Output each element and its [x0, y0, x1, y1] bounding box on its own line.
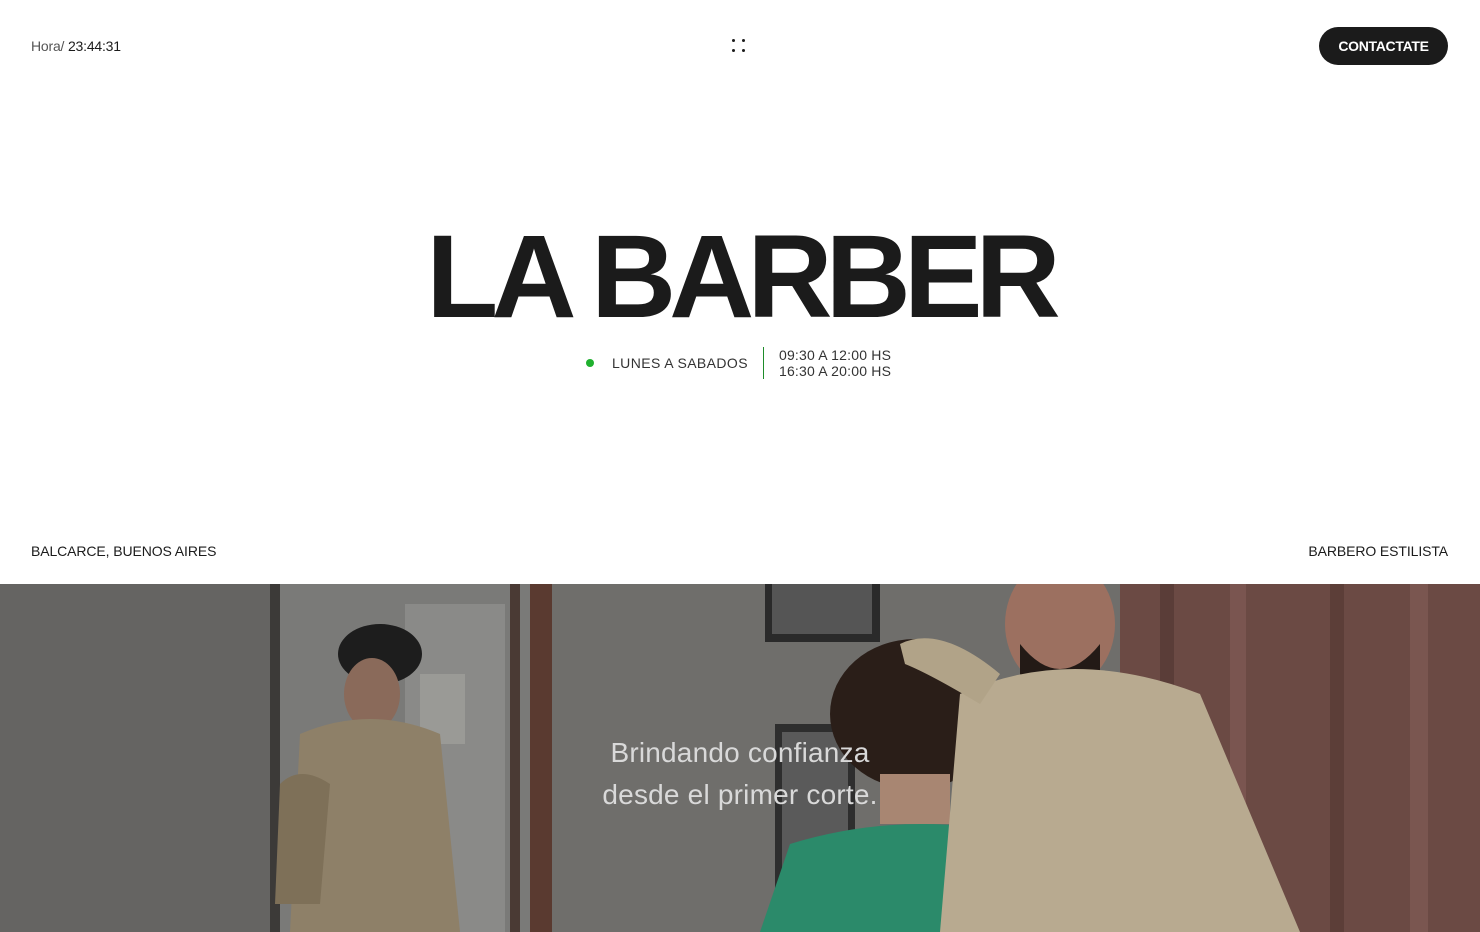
open-status-dot [586, 359, 594, 367]
hours-divider [762, 347, 764, 379]
location-label: BALCARCE, BUENOS AIRES [31, 543, 217, 559]
hours-afternoon: 16:30 A 20:00 HS [778, 363, 892, 379]
clock-label: Hora/ [31, 38, 65, 54]
opening-times: 09:30 A 12:00 HS 16:30 A 20:00 HS [779, 347, 891, 379]
opening-hours: LUNES A SABADOS 09:30 A 12:00 HS 16:30 A… [586, 346, 891, 380]
clock-time: 23:44:31 [67, 38, 121, 54]
clock: Hora/ 23:44:31 [31, 38, 121, 54]
hours-morning: 09:30 A 12:00 HS [778, 347, 892, 363]
grid-dots-icon[interactable] [729, 36, 749, 56]
opening-days: LUNES A SABADOS [612, 355, 748, 371]
role-label: BARBERO ESTILISTA [1308, 543, 1448, 559]
contact-button[interactable]: CONTACTATE [1319, 27, 1448, 65]
tagline-line-2: desde el primer corte. [602, 779, 878, 810]
tagline-line-1: Brindando confianza [610, 737, 870, 768]
page-title: LA BARBER [426, 211, 1060, 343]
hero-tagline: Brindando confianza desde el primer cort… [0, 732, 1480, 816]
hero-photo: Brindando confianza desde el primer cort… [0, 584, 1480, 932]
